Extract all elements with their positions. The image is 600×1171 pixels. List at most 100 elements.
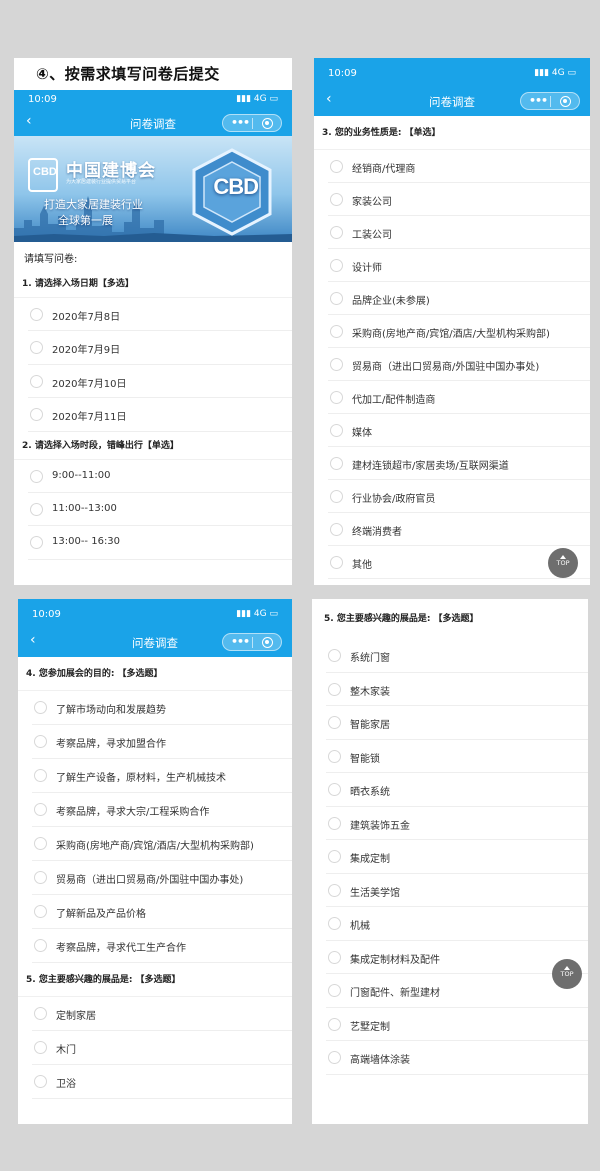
option-row[interactable]: 集成定制 — [326, 840, 588, 874]
option-row[interactable]: 贸易商（进出口贸易商/外国驻中国办事处) — [328, 348, 590, 381]
checkbox-icon[interactable] — [328, 682, 341, 696]
checkbox-icon[interactable] — [34, 735, 47, 748]
option-row[interactable]: 建筑装饰五金 — [326, 807, 588, 840]
checkbox-icon[interactable] — [34, 837, 47, 850]
option-row[interactable]: 2020年7月10日 — [28, 365, 292, 399]
option-row[interactable]: 艺墅定制 — [326, 1008, 588, 1041]
option-row[interactable]: 2020年7月11日 — [28, 398, 292, 432]
option-row[interactable]: 定制家居 — [32, 997, 292, 1031]
radio-icon[interactable] — [30, 536, 43, 550]
checkbox-icon[interactable] — [34, 1075, 47, 1088]
option-row[interactable]: 机械 — [326, 907, 588, 941]
checkbox-icon[interactable] — [30, 374, 43, 388]
radio-icon[interactable] — [330, 292, 343, 305]
more-icon[interactable]: ••• — [231, 635, 250, 648]
option-row[interactable]: 集成定制材料及配件 — [326, 941, 588, 974]
checkbox-icon[interactable] — [328, 649, 341, 662]
checkbox-icon[interactable] — [34, 701, 47, 714]
close-miniprogram-icon[interactable] — [262, 637, 273, 648]
checkbox-icon[interactable] — [34, 871, 47, 884]
option-row[interactable]: 13:00-- 16:30 — [28, 526, 292, 560]
checkbox-icon[interactable] — [30, 408, 43, 422]
checkbox-icon[interactable] — [30, 308, 43, 321]
checkbox-icon[interactable] — [34, 803, 47, 816]
option-row[interactable]: 高端墙体涂装 — [326, 1041, 588, 1075]
option-row[interactable]: 2020年7月9日 — [28, 331, 292, 365]
option-row[interactable]: 设计师 — [328, 249, 590, 282]
checkbox-icon[interactable] — [328, 950, 341, 964]
option-row[interactable]: 生活美学馆 — [326, 874, 588, 907]
option-row[interactable]: 行业协会/政府官员 — [328, 480, 590, 513]
option-row[interactable]: 了解生产设备，原材料，生产机械技术 — [32, 759, 292, 793]
radio-icon[interactable] — [330, 424, 343, 437]
option-row[interactable]: 贸易商（进出口贸易商/外国驻中国办事处) — [32, 861, 292, 895]
checkbox-icon[interactable] — [34, 1041, 47, 1054]
checkbox-icon[interactable] — [328, 917, 341, 930]
option-row[interactable]: 9:00--11:00 — [28, 460, 292, 493]
checkbox-icon[interactable] — [34, 939, 47, 952]
option-label: 设计师 — [352, 263, 382, 274]
mini-program-capsule: ••• — [222, 114, 282, 132]
more-icon[interactable]: ••• — [231, 116, 250, 129]
radio-icon[interactable] — [330, 391, 343, 404]
option-row[interactable]: 品牌企业(未参展) — [328, 282, 590, 315]
option-row[interactable]: 考察品牌，寻求代工生产合作 — [32, 929, 292, 963]
radio-icon[interactable] — [330, 226, 343, 239]
radio-icon[interactable] — [330, 325, 343, 338]
option-row[interactable]: 工装公司 — [328, 216, 590, 249]
radio-icon[interactable] — [330, 259, 343, 272]
option-row[interactable]: 家装公司 — [328, 183, 590, 216]
option-row[interactable]: 系统门窗 — [326, 639, 588, 673]
radio-icon[interactable] — [30, 502, 43, 516]
option-row[interactable]: 采购商(房地产商/宾馆/酒店/大型机构采购部) — [328, 315, 590, 348]
radio-icon[interactable] — [330, 490, 343, 503]
close-miniprogram-icon[interactable] — [560, 96, 571, 107]
checkbox-icon[interactable] — [30, 341, 43, 355]
radio-icon[interactable] — [330, 523, 343, 536]
checkbox-icon[interactable] — [34, 905, 47, 918]
checkbox-icon[interactable] — [328, 883, 341, 897]
radio-icon[interactable] — [330, 358, 343, 371]
option-row[interactable]: 了解市场动向和发展趋势 — [32, 691, 292, 725]
option-row[interactable]: 晒衣系统 — [326, 773, 588, 807]
option-list: 4. 您参加展会的目的: 【多选题】 了解市场动向和发展趋势 考察品牌，寻求加盟合作… — [18, 657, 292, 1099]
option-row[interactable]: 整木家装 — [326, 673, 588, 706]
checkbox-icon[interactable] — [328, 850, 341, 863]
radio-icon[interactable] — [330, 193, 343, 206]
option-row[interactable]: 门窗配件、新型建材 — [326, 974, 588, 1008]
checkbox-icon[interactable] — [328, 783, 341, 796]
radio-icon[interactable] — [30, 469, 43, 483]
checkbox-icon[interactable] — [34, 1007, 47, 1020]
option-row[interactable]: 采购商(房地产商/宾馆/酒店/大型机构采购部) — [32, 827, 292, 861]
option-row[interactable]: 终端消费者 — [328, 513, 590, 546]
option-row[interactable]: 经销商/代理商 — [328, 150, 590, 183]
radio-icon[interactable] — [330, 556, 343, 569]
checkbox-icon[interactable] — [328, 816, 341, 830]
more-icon[interactable]: ••• — [529, 94, 548, 107]
checkbox-icon[interactable] — [328, 1051, 341, 1064]
option-list: 经销商/代理商 家装公司 工装公司设计师品牌企业(未参展) 采购商(房地产商/宾馆/酒… — [314, 150, 590, 579]
back-to-top-button[interactable]: TOP — [548, 548, 578, 578]
close-miniprogram-icon[interactable] — [262, 118, 273, 129]
checkbox-icon[interactable] — [328, 749, 341, 763]
option-row[interactable]: 代加工/配件制造商 — [328, 381, 590, 414]
checkbox-icon[interactable] — [328, 716, 341, 729]
option-label: 媒体 — [352, 428, 372, 439]
option-row[interactable]: 媒体 — [328, 414, 590, 447]
radio-icon[interactable] — [330, 457, 343, 470]
option-row[interactable]: 木门 — [32, 1031, 292, 1065]
checkbox-icon[interactable] — [328, 1017, 341, 1031]
checkbox-icon[interactable] — [34, 769, 47, 782]
radio-icon[interactable] — [330, 160, 343, 173]
back-to-top-button[interactable]: TOP — [552, 959, 582, 989]
option-row[interactable]: 考察品牌，寻求大宗/工程采购合作 — [32, 793, 292, 827]
option-row[interactable]: 2020年7月8日 — [28, 298, 292, 332]
option-row[interactable]: 建材连锁超市/家居卖场/互联网渠道 — [328, 447, 590, 480]
option-row[interactable]: 智能家居 — [326, 706, 588, 740]
option-row[interactable]: 了解新品及产品价格 — [32, 895, 292, 929]
checkbox-icon[interactable] — [328, 984, 341, 997]
option-row[interactable]: 考察品牌，寻求加盟合作 — [32, 725, 292, 759]
option-row[interactable]: 智能锁 — [326, 740, 588, 773]
option-row[interactable]: 11:00--13:00 — [28, 493, 292, 527]
option-row[interactable]: 卫浴 — [32, 1065, 292, 1099]
